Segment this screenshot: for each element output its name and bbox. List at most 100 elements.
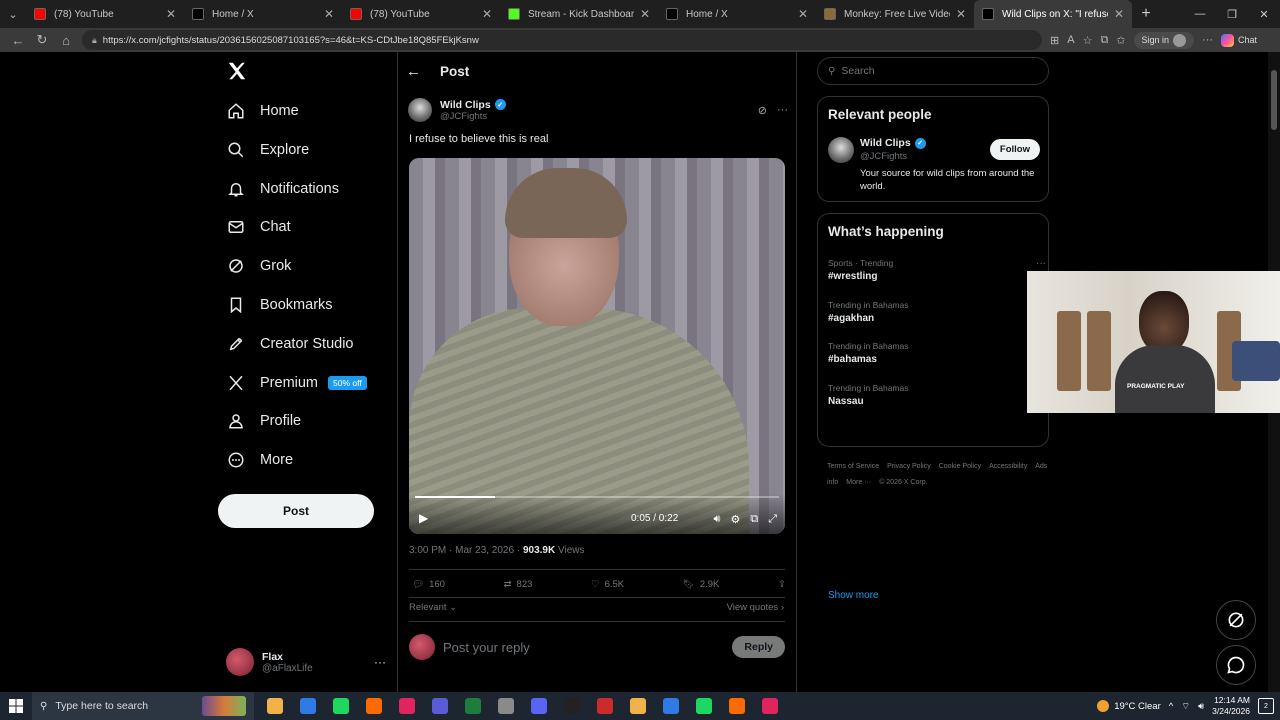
nav-item-chat[interactable]: Chat	[226, 212, 291, 242]
browser-tab[interactable]: (78) YouTube ✕	[342, 0, 500, 28]
trend-item[interactable]: Trending in Bahamas Nassau	[828, 383, 1040, 407]
grok-float-button[interactable]	[1216, 600, 1256, 640]
file-explorer-icon[interactable]	[357, 692, 390, 720]
nav-item-more[interactable]: More	[226, 445, 293, 475]
tab-close-icon[interactable]: ✕	[956, 7, 966, 21]
view-quotes-link[interactable]: View quotes ›	[727, 602, 784, 613]
extensions-icon[interactable]: ⧉	[1100, 34, 1108, 47]
app-icon[interactable]	[555, 692, 588, 720]
account-switcher[interactable]: Flax @aFlaxLife ···	[226, 646, 386, 678]
spotify-icon[interactable]	[489, 692, 522, 720]
browser-tab[interactable]: Home / X ✕	[658, 0, 816, 28]
app-icon[interactable]	[753, 692, 786, 720]
tab-actions-menu-icon[interactable]: ⌄	[0, 0, 26, 28]
browser-tab[interactable]: Wild Clips on X: "I refuse to believ ✕	[974, 0, 1132, 28]
nav-item-creator-studio[interactable]: Creator Studio	[226, 329, 354, 359]
footer-link[interactable]: Cookie Policy	[939, 463, 981, 470]
favorite-star-icon[interactable]: ☆	[1083, 34, 1093, 47]
browser-menu-icon[interactable]: ···	[1202, 34, 1213, 46]
back-arrow-icon[interactable]: ←	[406, 63, 440, 80]
tab-close-icon[interactable]: ✕	[166, 7, 176, 21]
copilot-icon[interactable]	[291, 692, 324, 720]
tab-close-icon[interactable]: ✕	[798, 7, 808, 21]
tab-close-icon[interactable]: ✕	[1114, 7, 1124, 21]
sign-in-button[interactable]: Sign in	[1133, 31, 1195, 49]
nav-item-explore[interactable]: Explore	[226, 135, 309, 165]
trend-item[interactable]: Sports · Trending #wrestling ···	[828, 258, 1046, 282]
person-avatar[interactable]	[828, 137, 854, 163]
share-icon[interactable]: ⇪	[778, 579, 786, 590]
discord-icon[interactable]	[687, 692, 720, 720]
epic-games-icon[interactable]	[720, 692, 753, 720]
restore-button[interactable]: ❐	[1216, 8, 1248, 21]
bookmark-action[interactable]: 🔖︎ 2.9K	[683, 579, 720, 590]
footer-link[interactable]: Accessibility	[989, 463, 1027, 470]
weather-widget[interactable]: 19°C Clear	[1097, 700, 1161, 712]
mail-icon[interactable]	[423, 692, 456, 720]
browser-tab[interactable]: Stream - Kick Dashboard ✕	[500, 0, 658, 28]
picture-in-picture-icon[interactable]: ⧉	[750, 513, 758, 526]
nav-item-grok[interactable]: Grok	[226, 251, 291, 281]
app-available-icon[interactable]: ⊞	[1050, 34, 1059, 47]
fullscreen-icon[interactable]: ⤢	[768, 513, 777, 526]
back-icon[interactable]: ←	[6, 33, 30, 48]
search-input[interactable]: ⚲ Search	[817, 57, 1049, 85]
scrollbar-thumb[interactable]	[1271, 70, 1277, 130]
app-icon[interactable]	[654, 692, 687, 720]
person-name[interactable]: Wild Clips ✓	[860, 137, 926, 149]
tab-close-icon[interactable]: ✕	[482, 7, 492, 21]
favorites-icon[interactable]: ✩	[1116, 34, 1125, 47]
nav-item-profile[interactable]: Profile	[226, 406, 301, 436]
author-name[interactable]: Wild Clips ✓	[440, 99, 506, 111]
nav-item-premium[interactable]: Premium 50% off	[226, 368, 367, 398]
close-window-button[interactable]: ✕	[1248, 8, 1280, 21]
sort-replies-dropdown[interactable]: Relevant ⌄	[409, 602, 457, 613]
like-action[interactable]: ♡ 6.5K	[591, 579, 624, 590]
grok-explain-icon[interactable]: ⊘	[758, 104, 767, 117]
footer-link[interactable]: More ···	[846, 479, 871, 486]
author-avatar[interactable]	[408, 98, 432, 122]
browser-tab[interactable]: Home / X ✕	[184, 0, 342, 28]
microsoft-store-icon[interactable]	[390, 692, 423, 720]
trend-item[interactable]: Trending in Bahamas #agakhan	[828, 300, 1040, 324]
url-field[interactable]: 🔒︎ https://x.com/jcfights/status/2036156…	[82, 30, 1042, 50]
nav-item-notifications[interactable]: Notifications	[226, 174, 339, 204]
nav-item-home[interactable]: Home	[226, 96, 299, 126]
play-icon[interactable]: ▶	[419, 511, 428, 525]
volume-icon[interactable]: 🔊︎	[714, 513, 721, 526]
windows-start-icon[interactable]	[0, 699, 32, 713]
footer-link[interactable]: © 2026 X Corp.	[879, 479, 927, 486]
speaker-icon[interactable]: 🔊︎	[1198, 701, 1204, 712]
show-more-link[interactable]: Show more	[828, 590, 879, 601]
repost-action[interactable]: ⇄ 823	[504, 579, 533, 590]
trend-item[interactable]: Trending in Bahamas #bahamas	[828, 341, 1040, 365]
notepad-icon[interactable]	[456, 692, 489, 720]
network-icon[interactable]: ⌔	[1181, 701, 1190, 712]
author-handle[interactable]: @JCFights	[440, 111, 506, 122]
taskbar-search[interactable]: ⚲ Type here to search	[32, 692, 254, 720]
reply-button[interactable]: Reply	[732, 636, 785, 658]
home-button-icon[interactable]: ⌂	[54, 33, 78, 48]
video-player[interactable]: ▶ 0:05 / 0:22 🔊︎ ⚙ ⧉ ⤢	[409, 158, 785, 534]
follow-button[interactable]: Follow	[989, 139, 1040, 160]
edge-icon[interactable]	[324, 692, 357, 720]
brave-icon[interactable]	[522, 692, 555, 720]
browser-tab[interactable]: (78) YouTube ✕	[26, 0, 184, 28]
reply-input[interactable]: Post your reply	[443, 640, 732, 655]
refresh-icon[interactable]: ↻	[30, 32, 54, 48]
copilot-chat-button[interactable]: Chat	[1221, 33, 1257, 47]
read-aloud-icon[interactable]: A	[1067, 34, 1074, 46]
footer-link[interactable]: Terms of Service	[827, 463, 879, 470]
task-view-icon[interactable]	[258, 692, 291, 720]
new-tab-button[interactable]: +	[1132, 5, 1160, 23]
xbox-icon[interactable]	[621, 692, 654, 720]
browser-tab[interactable]: Monkey: Free Live Video Chat to M ✕	[816, 0, 974, 28]
nav-item-bookmarks[interactable]: Bookmarks	[226, 290, 333, 320]
post-button[interactable]: Post	[218, 494, 374, 528]
clock[interactable]: 12:14 AM 3/24/2026	[1212, 695, 1250, 717]
minimize-button[interactable]: —	[1184, 8, 1216, 21]
post-timestamp[interactable]: 3:00 PM · Mar 23, 2026 ·	[409, 545, 523, 556]
post-more-icon[interactable]: ···	[777, 104, 788, 117]
settings-gear-icon[interactable]: ⚙	[730, 513, 740, 526]
tab-close-icon[interactable]: ✕	[324, 7, 334, 21]
